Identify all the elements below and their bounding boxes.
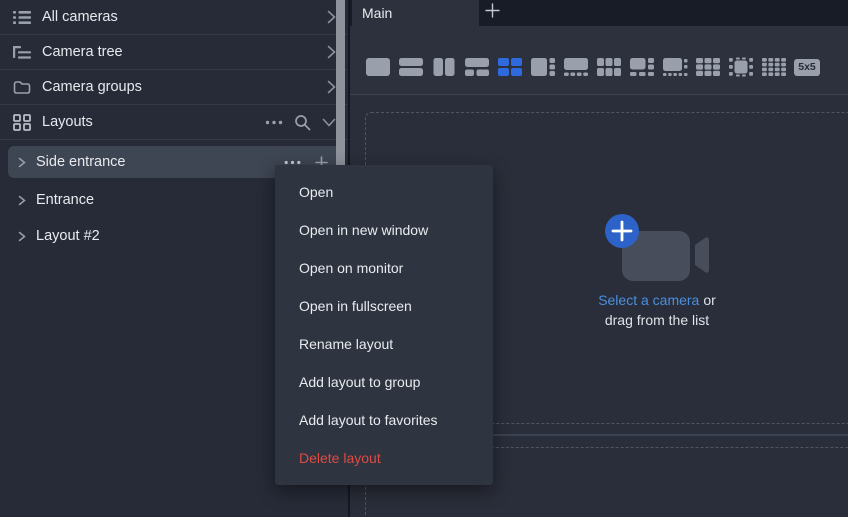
select-camera-link[interactable]: Select a camera: [598, 292, 699, 308]
app-window: All cameras Camera tree: [0, 0, 848, 517]
layout-3x3-button[interactable]: [693, 54, 723, 80]
new-tab-button[interactable]: [479, 0, 505, 26]
layout-item-label: Entrance: [36, 192, 94, 208]
layout-4x4-button[interactable]: [759, 54, 789, 80]
menu-item-open-in-fullscreen[interactable]: Open in fullscreen: [275, 287, 493, 325]
sidebar-item-camera-tree[interactable]: Camera tree: [0, 35, 348, 70]
menu-item-add-layout-to-favorites[interactable]: Add layout to favorites: [275, 401, 493, 439]
video-camera-icon: [598, 207, 716, 289]
layout-1x1-button[interactable]: [363, 54, 393, 80]
layout-2x2-button[interactable]: [495, 54, 525, 80]
chevron-right-icon[interactable]: [18, 195, 26, 206]
placeholder-text-line2: drag from the list: [572, 311, 742, 329]
layout-1-plus-7-button[interactable]: [660, 54, 690, 80]
tab-bar: Main: [350, 0, 848, 26]
camera-placeholder: Select a cameraor drag from the list: [572, 207, 742, 329]
layout-1-plus-5-button[interactable]: [627, 54, 657, 80]
placeholder-or-text: or: [703, 292, 715, 308]
layout-1-plus-2-button[interactable]: [462, 54, 492, 80]
layout-2-cols-button[interactable]: [429, 54, 459, 80]
layout-1-plus-4-button[interactable]: [561, 54, 591, 80]
menu-item-rename-layout[interactable]: Rename layout: [275, 325, 493, 363]
grid-icon: [13, 114, 33, 130]
layout-5x5-button[interactable]: 5x5: [794, 59, 820, 76]
layout-3x2-button[interactable]: [594, 54, 624, 80]
chevron-right-icon: [327, 35, 336, 69]
chevron-down-icon[interactable]: [322, 118, 336, 127]
sidebar-item-camera-groups[interactable]: Camera groups: [0, 70, 348, 105]
menu-item-open-on-monitor[interactable]: Open on monitor: [275, 249, 493, 287]
chevron-right-icon[interactable]: [18, 157, 26, 168]
tab-label: Main: [362, 5, 392, 21]
menu-item-open-in-new-window[interactable]: Open in new window: [275, 211, 493, 249]
search-icon[interactable]: [294, 114, 311, 131]
add-camera-badge: [605, 214, 639, 248]
plus-icon: [485, 3, 500, 23]
chevron-right-icon[interactable]: [18, 231, 26, 242]
layout-item-label: Layout #2: [36, 228, 100, 244]
menu-item-delete-layout[interactable]: Delete layout: [275, 439, 493, 477]
chevron-right-icon: [327, 0, 336, 34]
sidebar-item-layouts[interactable]: Layouts: [0, 105, 348, 140]
layout-1-plus-3-button[interactable]: [528, 54, 558, 80]
sidebar-item-all-cameras[interactable]: All cameras: [0, 0, 348, 35]
sidebar-item-label: Layouts: [42, 114, 93, 130]
more-icon[interactable]: [284, 160, 301, 165]
tab-main[interactable]: Main: [352, 0, 479, 26]
layout-toolbar: 5x5: [350, 26, 848, 95]
more-icon[interactable]: [265, 120, 283, 125]
context-menu: OpenOpen in new windowOpen on monitorOpe…: [275, 165, 493, 485]
menu-item-open[interactable]: Open: [275, 173, 493, 211]
sidebar-item-label: All cameras: [42, 9, 118, 25]
layout-2-rows-button[interactable]: [396, 54, 426, 80]
sidebar-item-label: Camera groups: [42, 79, 142, 95]
layout-item-label: Side entrance: [36, 154, 125, 170]
list-icon: [13, 9, 33, 25]
sidebar-item-label: Camera tree: [42, 44, 123, 60]
layout-1-plus-8-button[interactable]: [726, 54, 756, 80]
menu-item-add-layout-to-group[interactable]: Add layout to group: [275, 363, 493, 401]
folder-icon: [13, 79, 33, 95]
tree-icon: [13, 44, 33, 60]
placeholder-text-line1: Select a cameraor: [572, 291, 742, 309]
chevron-right-icon: [327, 70, 336, 104]
